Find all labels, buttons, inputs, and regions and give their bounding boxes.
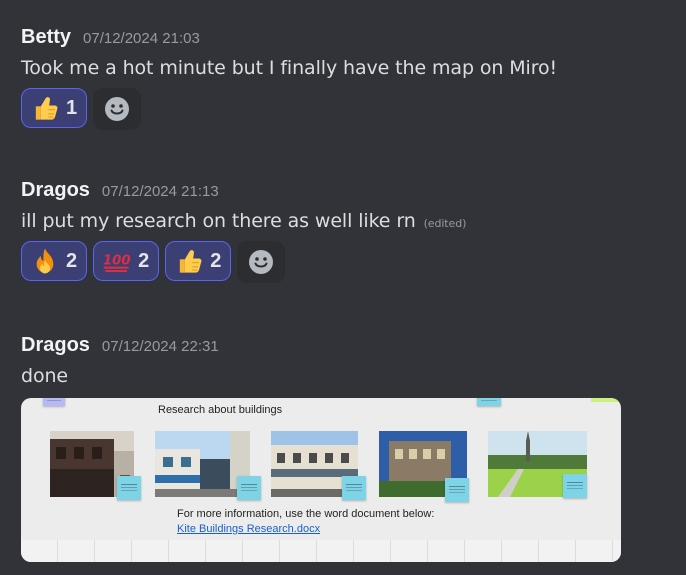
sticky-note bbox=[591, 398, 621, 402]
edited-label: (edited) bbox=[423, 217, 467, 230]
message-text: ill put my research on there as well lik… bbox=[21, 210, 686, 232]
smiley-icon bbox=[105, 97, 130, 121]
sticky-note bbox=[342, 476, 366, 500]
thumbs-up-icon bbox=[35, 97, 58, 120]
sticky-note bbox=[445, 478, 469, 502]
timestamp: 07/12/2024 21:13 bbox=[101, 183, 219, 200]
message-header: Dragos 07/12/2024 22:31 bbox=[21, 334, 686, 357]
sticky-note bbox=[563, 474, 587, 498]
message: Dragos 07/12/2024 22:31 done bbox=[21, 334, 686, 387]
author-name[interactable]: Dragos bbox=[21, 334, 90, 357]
message-text: done bbox=[21, 365, 69, 387]
building-photo bbox=[155, 431, 250, 497]
add-reaction-button[interactable] bbox=[237, 241, 286, 283]
message: Betty 07/12/2024 21:03 Took me a hot min… bbox=[21, 26, 686, 130]
sticky-note bbox=[237, 476, 261, 500]
message-header: Betty 07/12/2024 21:03 bbox=[21, 26, 686, 49]
image-attachment[interactable]: Research about buildings For more inform… bbox=[21, 398, 621, 562]
fire-icon bbox=[36, 248, 54, 274]
message-body: ill put my research on there as well lik… bbox=[21, 210, 416, 232]
sticky-note bbox=[117, 476, 141, 500]
smiley-icon bbox=[249, 250, 274, 274]
reaction-count: 2 bbox=[66, 249, 78, 272]
author-name[interactable]: Dragos bbox=[21, 179, 90, 202]
author-name[interactable]: Betty bbox=[21, 26, 71, 49]
timestamp: 07/12/2024 21:03 bbox=[83, 30, 200, 47]
add-reaction-button[interactable] bbox=[93, 88, 142, 130]
reaction-thumbs-up[interactable]: 1 bbox=[21, 88, 88, 128]
reactions-bar: 2 100 2 2 bbox=[21, 241, 686, 283]
reaction-count: 2 bbox=[210, 249, 222, 272]
timestamp: 07/12/2024 22:31 bbox=[101, 338, 219, 355]
hundred-points-icon: 100 bbox=[103, 253, 131, 273]
board-grid bbox=[21, 540, 621, 562]
reaction-thumbs-up[interactable]: 2 bbox=[165, 241, 232, 281]
reaction-hundred-points[interactable]: 100 2 bbox=[93, 241, 160, 281]
board-note: For more information, use the word docum… bbox=[177, 508, 435, 520]
reaction-count: 1 bbox=[66, 96, 78, 119]
sticky-note bbox=[477, 398, 501, 406]
message-header: Dragos 07/12/2024 21:13 bbox=[21, 179, 686, 202]
reaction-fire[interactable]: 2 bbox=[21, 241, 88, 281]
svg-text:100: 100 bbox=[103, 253, 131, 268]
board-title: Research about buildings bbox=[158, 404, 283, 416]
sticky-note bbox=[43, 398, 65, 406]
reactions-bar: 1 bbox=[21, 88, 686, 130]
message-text: Took me a hot minute but I finally have … bbox=[21, 57, 558, 79]
document-link[interactable]: Kite Buildings Research.docx bbox=[177, 523, 320, 535]
message: Dragos 07/12/2024 21:13 ill put my resea… bbox=[21, 179, 686, 283]
reaction-count: 2 bbox=[138, 249, 150, 272]
thumbs-up-icon bbox=[180, 250, 202, 273]
